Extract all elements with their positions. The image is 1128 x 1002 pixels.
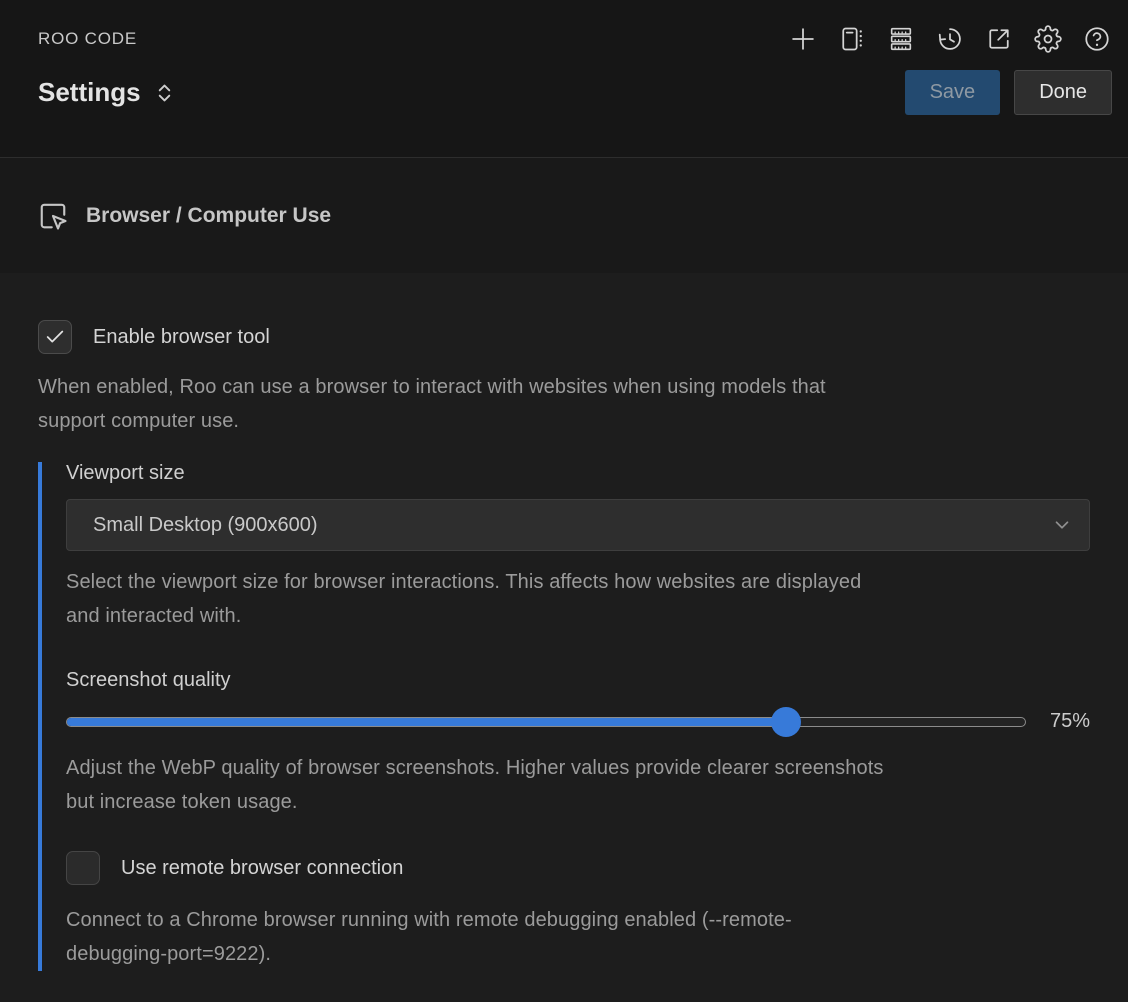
viewport-size-label: Viewport size — [66, 462, 1090, 485]
checkmark-icon — [44, 326, 66, 348]
mcp-servers-icon[interactable] — [886, 24, 916, 54]
header-buttons: Save Done — [905, 70, 1112, 115]
viewport-size-description: Select the viewport size for browser int… — [66, 565, 1090, 633]
settings-gear-icon[interactable] — [1033, 24, 1063, 54]
toolbar — [788, 24, 1112, 54]
settings-content: Enable browser tool When enabled, Roo ca… — [0, 273, 1128, 971]
app-title: ROO CODE — [38, 29, 137, 49]
slider-thumb[interactable] — [771, 707, 801, 737]
section-title: Browser / Computer Use — [86, 204, 331, 228]
remote-browser-row: Use remote browser connection — [66, 851, 1090, 885]
header-top-row: ROO CODE — [38, 24, 1112, 54]
save-button[interactable]: Save — [905, 70, 1001, 115]
enable-browser-tool-checkbox[interactable] — [38, 320, 72, 354]
enable-browser-tool-row: Enable browser tool — [38, 320, 1090, 354]
screenshot-quality-value: 75% — [1042, 710, 1090, 733]
viewport-size-select[interactable]: Small Desktop (900x600) — [66, 499, 1090, 551]
page-title-wrap: Settings — [38, 77, 173, 108]
screenshot-quality-slider[interactable] — [66, 717, 1026, 727]
popout-icon[interactable] — [984, 24, 1014, 54]
remote-browser-description: Connect to a Chrome browser running with… — [66, 903, 1090, 971]
enable-browser-tool-description: When enabled, Roo can use a browser to i… — [38, 370, 1090, 438]
screenshot-quality-group: Screenshot quality 75% Adjust the WebP q… — [66, 669, 1090, 819]
header-title-row: Settings Save Done — [38, 70, 1112, 115]
browser-cursor-icon — [38, 201, 68, 231]
remote-browser-group: Use remote browser connection Connect to… — [66, 851, 1090, 971]
app-header: ROO CODE — [0, 0, 1128, 158]
done-button[interactable]: Done — [1014, 70, 1112, 115]
page-title: Settings — [38, 77, 141, 108]
screenshot-quality-slider-row: 75% — [66, 710, 1090, 733]
remote-browser-label: Use remote browser connection — [121, 857, 403, 880]
viewport-size-value: Small Desktop (900x600) — [93, 514, 318, 537]
history-icon[interactable] — [935, 24, 965, 54]
section-header: Browser / Computer Use — [0, 158, 1128, 273]
slider-fill — [67, 718, 786, 726]
chevron-updown-icon[interactable] — [156, 79, 173, 107]
chevron-down-icon — [1051, 514, 1073, 536]
remote-browser-checkbox[interactable] — [66, 851, 100, 885]
browser-subsettings: Viewport size Small Desktop (900x600) Se… — [38, 462, 1090, 971]
screenshot-quality-label: Screenshot quality — [66, 669, 1090, 692]
plus-icon[interactable] — [788, 24, 818, 54]
help-icon[interactable] — [1082, 24, 1112, 54]
enable-browser-tool-label: Enable browser tool — [93, 326, 270, 349]
screenshot-quality-description: Adjust the WebP quality of browser scree… — [66, 751, 1090, 819]
prompts-icon[interactable] — [837, 24, 867, 54]
